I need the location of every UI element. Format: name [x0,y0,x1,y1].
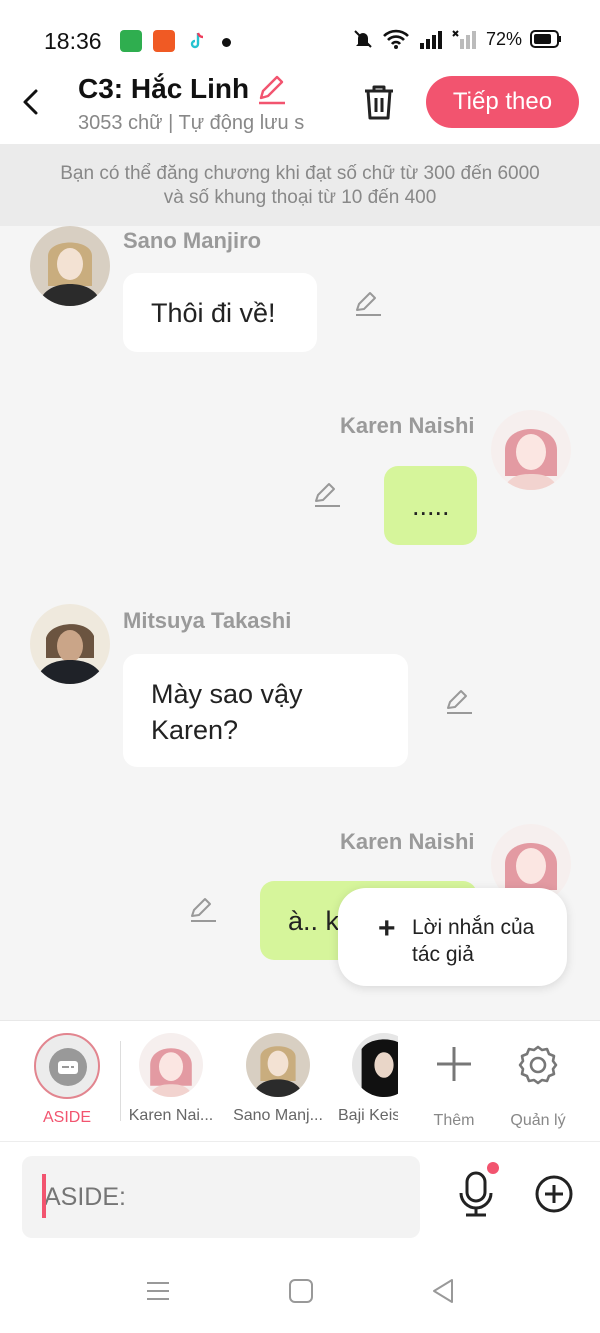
chat-area[interactable]: Sano Manjiro Thôi đi về! Karen Naishi ..… [0,226,600,1020]
edit-message-icon[interactable] [188,894,218,924]
back-icon[interactable] [16,82,46,122]
speaker-name: Sano Manjiro [123,228,262,253]
status-right-group: 72% [352,28,562,50]
battery-icon [530,30,561,48]
editor-header: C3: Hắc Linh 3053 chữ | Tự động lưu s Ti… [0,68,600,144]
message-input[interactable] [22,1156,420,1238]
system-nav-bar [0,1250,600,1333]
edit-message-icon[interactable] [353,288,383,318]
avatar-sano-manjiro[interactable] [30,226,110,306]
add-circle-icon[interactable] [534,1174,574,1214]
mic-notification-dot [487,1162,499,1174]
wifi-icon [383,29,409,49]
microphone-icon[interactable] [456,1170,496,1218]
plus-icon: + [378,912,396,945]
input-bar [0,1142,600,1250]
chapter-title[interactable]: C3: Hắc Linh [78,73,249,105]
title-row: C3: Hắc Linh [78,72,289,106]
status-bar: 18:36 72% [0,0,600,78]
char-label: Sano Manj... [233,1107,323,1124]
notification-dot [222,38,231,47]
aside-avatar [34,1033,100,1099]
divider [120,1041,121,1121]
character-sano[interactable]: Sano Manj... [230,1033,326,1125]
home-icon[interactable] [286,1276,316,1306]
battery-text: 72% [485,28,522,49]
character-aside[interactable]: ASIDE [22,1033,112,1127]
signal-x-icon [452,30,476,49]
avatar [246,1033,310,1097]
back-triangle-icon[interactable] [428,1276,458,1306]
tiktok-icon [186,30,208,52]
add-label: Thêm [433,1112,475,1129]
add-character-button[interactable]: Thêm [418,1033,490,1130]
avatar [352,1033,398,1097]
gear-icon [518,1045,558,1085]
character-bar: ASIDE Karen Nai... Sano Manj... Baji Kei… [0,1020,600,1142]
manage-characters-button[interactable]: Quản lý [502,1033,574,1130]
character-baji[interactable]: Baji Keis [338,1033,398,1125]
message-bubble[interactable]: Mày sao vậy Karen? [123,654,408,767]
signal-icon [419,31,442,49]
char-label: Karen Nai... [128,1107,214,1124]
message-bubble[interactable]: Thôi đi về! [123,273,317,352]
author-note-popup[interactable]: + Lời nhắn của tác giả [338,888,567,986]
author-note-label: Lời nhắn của tác giả [412,916,535,966]
app-icon-green [120,30,142,52]
avatar-mitsuya-takashi[interactable] [30,604,110,684]
next-button[interactable]: Tiếp theo [426,76,579,128]
status-time: 18:36 [44,28,102,54]
edit-message-icon[interactable] [312,479,342,509]
publish-notice: Bạn có thể đăng chương khi đạt số chữ từ… [0,144,600,226]
message-bubble[interactable]: ..... [384,466,477,545]
speaker-name: Mitsuya Takashi [123,608,292,633]
text-caret [42,1174,46,1218]
app-icon-orange [153,30,175,52]
trash-icon[interactable] [360,82,398,122]
avatar-karen-naishi[interactable] [491,410,571,490]
char-label-aside: ASIDE [42,1109,91,1126]
menu-icon[interactable] [143,1276,173,1306]
speaker-name: Karen Naishi [340,413,475,438]
narrator-icon [49,1048,87,1086]
edit-title-icon[interactable] [255,72,289,106]
manage-label: Quản lý [510,1112,566,1129]
avatar [139,1033,203,1097]
bell-off-icon [354,30,372,48]
character-karen[interactable]: Karen Nai... [125,1033,217,1125]
plus-icon [437,1047,471,1081]
word-count-autosave: 3053 chữ | Tự động lưu s [78,112,305,134]
speaker-name: Karen Naishi [340,829,475,854]
edit-message-icon[interactable] [444,686,474,716]
char-label: Baji Keis [338,1107,398,1124]
